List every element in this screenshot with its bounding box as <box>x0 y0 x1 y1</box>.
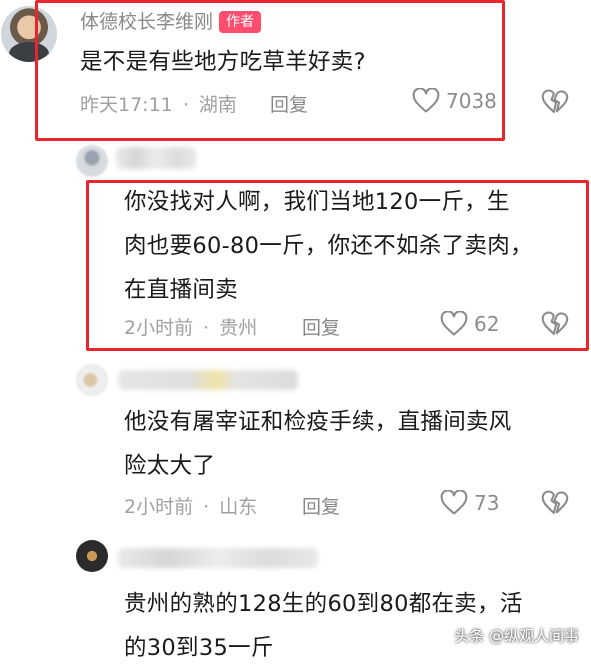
heart-outline-icon <box>440 490 468 515</box>
commenter-avatar[interactable] <box>76 364 108 396</box>
comment-time: 昨天17:11 <box>80 94 173 116</box>
comment-text-line: 在直播间卖 <box>124 277 239 303</box>
commenter-avatar[interactable] <box>76 540 108 572</box>
meta-separator: · <box>203 496 210 518</box>
comment-author-name[interactable]: 体德校长李维刚 作者 <box>80 7 262 34</box>
commenter-name-blurred[interactable] <box>116 147 196 169</box>
like-button[interactable]: 7038 <box>412 88 497 114</box>
heart-outline-icon <box>440 311 468 336</box>
like-count: 7038 <box>446 89 497 113</box>
author-badge: 作者 <box>219 11 262 33</box>
comment-body: 你没找对人啊，我们当地120一斤，生 肉也要60-80一斤，你还不如杀了卖肉， … <box>124 180 533 312</box>
meta-separator: · <box>182 94 189 116</box>
like-button[interactable]: 62 <box>440 311 499 337</box>
broken-heart-icon <box>541 311 569 335</box>
comment-text-line: 肉也要60-80一斤，你还不如杀了卖肉， <box>124 233 533 259</box>
like-button[interactable]: 73 <box>440 490 499 516</box>
comment-text-line: 险太大了 <box>124 453 216 479</box>
dislike-button[interactable] <box>541 490 569 516</box>
comment-text-line: 贵州的熟的128生的60到80都在卖，活 <box>124 591 523 617</box>
commenter-name-blurred[interactable] <box>118 370 298 390</box>
reply-button[interactable]: 回复 <box>302 492 340 519</box>
broken-heart-icon <box>541 89 569 113</box>
like-count: 73 <box>474 491 500 515</box>
author-name-text[interactable]: 体德校长李维刚 <box>80 11 213 33</box>
reply-button[interactable]: 回复 <box>270 90 308 117</box>
comment-text-line: 你没找对人啊，我们当地120一斤，生 <box>124 189 510 215</box>
reply-button[interactable]: 回复 <box>302 313 340 340</box>
comment-body: 他没有屠宰证和检疫手续，直播间卖风 险太大了 <box>124 400 512 488</box>
like-count: 62 <box>474 312 500 336</box>
watermark: 头条 @纵观人间事 <box>454 627 579 645</box>
comment-location: 贵州 <box>219 317 258 339</box>
comment-location: 山东 <box>219 496 258 518</box>
heart-outline-icon <box>412 88 440 113</box>
comment-location: 湖南 <box>198 94 237 116</box>
comment-text: 是不是有些地方吃草羊好卖? <box>80 49 366 75</box>
dislike-button[interactable] <box>541 89 569 115</box>
commenter-name-blurred[interactable] <box>118 548 318 568</box>
comment-time: 2小时前 <box>124 496 194 518</box>
comment-time: 2小时前 <box>124 317 194 339</box>
comment-meta: 昨天17:11 · 湖南 <box>80 90 237 117</box>
dislike-button[interactable] <box>541 311 569 337</box>
commenter-avatar[interactable] <box>76 145 108 177</box>
comment-meta: 2小时前 · 贵州 <box>124 313 257 340</box>
comment-text-line: 他没有屠宰证和检疫手续，直播间卖风 <box>124 409 512 435</box>
broken-heart-icon <box>541 490 569 514</box>
comment-meta: 2小时前 · 山东 <box>124 492 257 519</box>
meta-separator: · <box>203 317 210 339</box>
